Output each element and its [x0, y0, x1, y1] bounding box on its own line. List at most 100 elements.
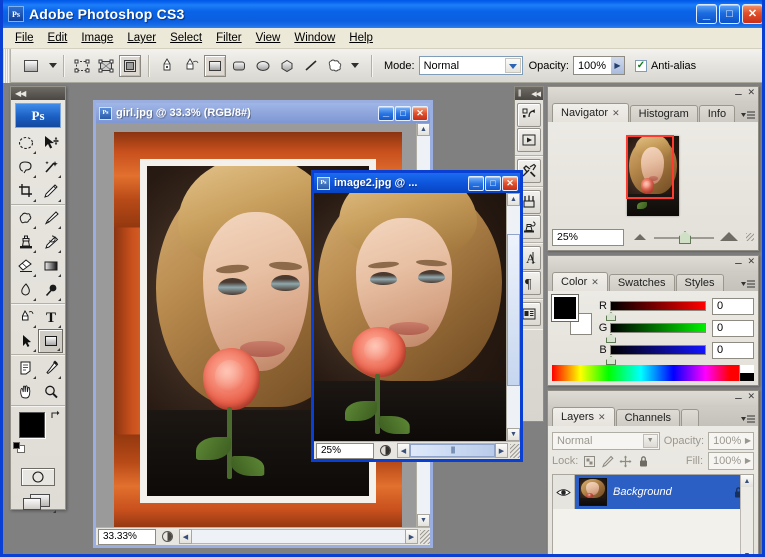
color-slider-knob-g[interactable]: [606, 334, 616, 343]
document-maximize-button[interactable]: □: [485, 176, 501, 191]
horizontal-type-tool[interactable]: T: [38, 305, 63, 329]
layer-thumbnail[interactable]: [579, 478, 607, 506]
document-sizes-icon[interactable]: [159, 529, 177, 545]
color-value-g[interactable]: 0: [712, 320, 754, 337]
close-icon[interactable]: ✕: [612, 108, 620, 119]
layer-visibility-toggle[interactable]: [553, 475, 575, 509]
panel-menu-icon[interactable]: [741, 414, 755, 424]
healing-brush-tool[interactable]: [13, 206, 38, 230]
slice-tool[interactable]: [38, 179, 63, 203]
color-slider-r[interactable]: [610, 301, 706, 311]
navigator-zoom-slider[interactable]: [628, 229, 742, 245]
tab-layers[interactable]: Layers ✕: [552, 407, 615, 426]
vertical-scroll-thumb[interactable]: [507, 234, 520, 386]
document-close-button[interactable]: ✕: [502, 176, 518, 191]
scroll-right-button[interactable]: ▶: [405, 529, 418, 544]
actions-panel-icon[interactable]: [517, 128, 541, 152]
zoom-out-icon[interactable]: [634, 234, 646, 240]
tab-channels[interactable]: Channels: [616, 409, 680, 426]
foreground-color-swatch[interactable]: [19, 412, 45, 438]
tool-preset-picker[interactable]: [20, 55, 42, 77]
color-spectrum-ramp[interactable]: [552, 365, 754, 381]
line-tool-button[interactable]: [300, 55, 322, 77]
document-resize-grip-girl[interactable]: [420, 530, 430, 544]
document-canvas-image2[interactable]: ▲ ▼: [314, 193, 520, 441]
layer-opacity-input[interactable]: 100% ▶: [708, 432, 754, 450]
fill-slider-arrow-icon[interactable]: ▶: [745, 456, 751, 465]
close-icon[interactable]: ✕: [747, 257, 755, 266]
close-icon[interactable]: ✕: [747, 88, 755, 97]
document-close-button[interactable]: ✕: [412, 106, 428, 121]
scroll-right-button[interactable]: ▶: [495, 443, 508, 458]
opacity-input[interactable]: 100% ▶: [573, 56, 625, 75]
document-title-bar-girl[interactable]: Ps girl.jpg @ 33.3% (RGB/8#) _ □ ✕: [96, 103, 430, 123]
document-zoom-field-image2[interactable]: 25%: [316, 443, 374, 459]
paths-button[interactable]: [95, 55, 117, 77]
document-minimize-button[interactable]: _: [378, 106, 394, 121]
tab-histogram[interactable]: Histogram: [630, 105, 698, 122]
layer-name[interactable]: Background: [613, 486, 732, 498]
pen-tool-button[interactable]: [156, 55, 178, 77]
foreground-color-swatch[interactable]: [552, 295, 578, 321]
color-slider-knob-r[interactable]: [606, 312, 616, 321]
blend-mode-select[interactable]: Normal: [419, 56, 523, 75]
tab-navigator[interactable]: Navigator ✕: [552, 103, 629, 122]
color-slider-b[interactable]: [610, 345, 706, 355]
scroll-down-button[interactable]: ▼: [741, 549, 753, 557]
tab-styles[interactable]: Styles: [676, 274, 724, 291]
document-horizontal-scrollbar-girl[interactable]: ◀ ▶: [179, 529, 418, 544]
options-bar-grip[interactable]: [3, 49, 11, 83]
chevron-down-icon[interactable]: [505, 58, 521, 73]
freeform-pen-tool-button[interactable]: [180, 55, 202, 77]
path-selection-tool[interactable]: [13, 329, 38, 353]
color-slider-g[interactable]: [610, 323, 706, 333]
marquee-tool[interactable]: [13, 131, 38, 155]
tab-swatches[interactable]: Swatches: [609, 274, 675, 291]
tab-color[interactable]: Color ✕: [552, 272, 608, 291]
scroll-up-button[interactable]: ▲: [741, 475, 753, 487]
color-slider-knob-b[interactable]: [606, 356, 616, 365]
menu-item-help[interactable]: Help: [342, 30, 380, 46]
blur-tool[interactable]: [13, 278, 38, 302]
lock-all-icon[interactable]: [637, 455, 650, 468]
navigator-zoom-field[interactable]: 25%: [552, 229, 624, 246]
tool-preset-dropdown-arrow[interactable]: [49, 63, 57, 68]
panel-menu-icon[interactable]: [741, 110, 755, 120]
shape-options-dropdown-arrow[interactable]: [351, 63, 359, 68]
brush-tool[interactable]: [38, 206, 63, 230]
document-vertical-scrollbar-image2[interactable]: ▲ ▼: [506, 193, 520, 441]
menu-item-file[interactable]: File: [8, 30, 41, 46]
document-title-bar-image2[interactable]: Ps image2.jpg @ ... _ □ ✕: [314, 173, 520, 193]
navigator-slider-knob[interactable]: [679, 231, 691, 244]
hand-tool[interactable]: [13, 380, 38, 404]
vertical-scroll-track[interactable]: [507, 206, 520, 428]
lock-image-pixels-icon[interactable]: [601, 455, 614, 468]
dodge-tool[interactable]: [38, 278, 63, 302]
scroll-down-button[interactable]: ▼: [417, 514, 430, 527]
layer-row-background[interactable]: Background: [553, 475, 753, 509]
dock-collapse-chevrons-icon[interactable]: ◀◀: [531, 90, 540, 98]
clone-stamp-tool[interactable]: [13, 230, 38, 254]
close-icon[interactable]: ✕: [747, 392, 755, 401]
tab-paths[interactable]: [681, 409, 699, 426]
color-value-r[interactable]: 0: [712, 298, 754, 315]
navigator-thumbnail-area[interactable]: [552, 126, 754, 226]
navigator-view-box[interactable]: [626, 135, 674, 199]
eraser-tool[interactable]: [13, 254, 38, 278]
opacity-slider-arrow-icon[interactable]: ▶: [745, 436, 751, 445]
panel-menu-icon[interactable]: [741, 279, 755, 289]
layers-list[interactable]: Background ▲ ▼: [552, 474, 754, 557]
swap-colors-icon[interactable]: [49, 409, 61, 421]
custom-shape-tool-button[interactable]: [324, 55, 346, 77]
screen-mode-button[interactable]: [11, 490, 65, 516]
rounded-rectangle-tool-button[interactable]: [228, 55, 250, 77]
scroll-left-button[interactable]: ◀: [179, 529, 192, 544]
scroll-up-button[interactable]: ▲: [507, 193, 520, 206]
magic-wand-tool[interactable]: [38, 155, 63, 179]
menu-item-layer[interactable]: Layer: [120, 30, 163, 46]
maximize-button[interactable]: □: [719, 4, 740, 24]
dock-grip[interactable]: ||| ◀◀: [515, 87, 543, 100]
lasso-tool[interactable]: [13, 155, 38, 179]
default-colors-icon[interactable]: [13, 442, 26, 455]
menu-item-filter[interactable]: Filter: [209, 30, 249, 46]
